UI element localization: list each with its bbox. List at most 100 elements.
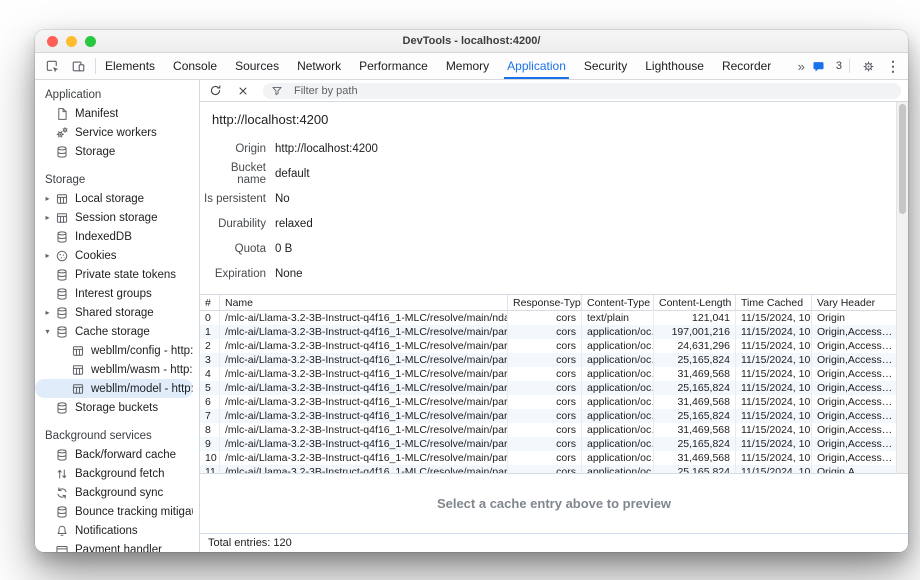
sidebar-item-label: Shared storage	[75, 307, 154, 319]
status-bar: Total entries: 120	[200, 533, 908, 552]
tab-recorder[interactable]: Recorder	[713, 53, 780, 79]
sidebar-item-indexeddb[interactable]: IndexedDB	[35, 227, 193, 246]
cell-content-length: 25,165,824	[654, 437, 736, 451]
cell-time-cached: 11/15/2024, 10…	[736, 353, 812, 367]
sidebar-item-interest-groups[interactable]: Interest groups	[35, 284, 193, 303]
meta-row-is-persistent: Is persistentNo	[200, 186, 896, 211]
tab-application[interactable]: Application	[498, 53, 575, 79]
sidebar-item-storage[interactable]: Storage	[35, 142, 193, 161]
delete-selected-icon[interactable]	[235, 84, 251, 98]
tab-security[interactable]: Security	[575, 53, 636, 79]
tab-memory[interactable]: Memory	[437, 53, 498, 79]
column-header-content-type[interactable]: Content-Type	[582, 295, 654, 310]
cell-response-type: cors	[508, 381, 582, 395]
sidebar-item-back-forward-cache[interactable]: Back/forward cache	[35, 445, 193, 464]
cell-vary-header: Origin,Access…	[812, 339, 896, 353]
column-header-time-cached[interactable]: Time Cached	[736, 295, 812, 310]
tab-performance[interactable]: Performance	[350, 53, 437, 79]
sidebar-item-label: Storage	[75, 146, 115, 158]
column-header-vary-header[interactable]: Vary Header	[812, 295, 896, 310]
device-toolbar-icon[interactable]	[67, 56, 89, 76]
traffic-lights	[47, 36, 96, 47]
table-row[interactable]: 3/mlc-ai/Llama-3.2-3B-Instruct-q4f16_1-M…	[200, 353, 896, 367]
sidebar-item-cache-storage[interactable]: ▾Cache storage	[35, 322, 193, 341]
chevron-right-icon[interactable]: ▸	[41, 194, 54, 203]
scrollbar-thumb[interactable]	[899, 104, 906, 214]
vertical-scrollbar[interactable]	[896, 102, 908, 473]
minimize-window-button[interactable]	[66, 36, 77, 47]
sidebar-item-shared-storage[interactable]: ▸ Shared storage	[35, 303, 193, 322]
table-row[interactable]: 2/mlc-ai/Llama-3.2-3B-Instruct-q4f16_1-M…	[200, 339, 896, 353]
sidebar-item-session-storage[interactable]: ▸Session storage	[35, 208, 193, 227]
table-row[interactable]: 0/mlc-ai/Llama-3.2-3B-Instruct-q4f16_1-M…	[200, 311, 896, 325]
table-row[interactable]: 1/mlc-ai/Llama-3.2-3B-Instruct-q4f16_1-M…	[200, 325, 896, 339]
chevron-right-icon[interactable]: ▸	[41, 213, 54, 222]
cell-content-type: application/oc…	[582, 339, 654, 353]
chevron-right-icon[interactable]: ▸	[41, 308, 54, 317]
refresh-icon[interactable]	[207, 84, 223, 98]
sidebar-item-background-fetch[interactable]: Background fetch	[35, 464, 193, 483]
cell-response-type: cors	[508, 423, 582, 437]
column-header-response-type[interactable]: Response-Type	[508, 295, 582, 310]
table-row[interactable]: 7/mlc-ai/Llama-3.2-3B-Instruct-q4f16_1-M…	[200, 409, 896, 423]
sidebar-item-webllm-model-http-loc[interactable]: webllm/model - http://loc…	[35, 379, 193, 398]
table-row[interactable]: 11/mlc-ai/Llama-3.2-3B-Instruct-q4f16_1-…	[200, 465, 896, 473]
table-row[interactable]: 8/mlc-ai/Llama-3.2-3B-Instruct-q4f16_1-M…	[200, 423, 896, 437]
sidebar-item-background-sync[interactable]: Background sync	[35, 483, 193, 502]
devtools-window: DevTools - localhost:4200/ Elements Conso…	[35, 30, 908, 552]
table-row[interactable]: 10/mlc-ai/Llama-3.2-3B-Instruct-q4f16_1-…	[200, 451, 896, 465]
sidebar-item-manifest[interactable]: Manifest	[35, 104, 193, 123]
tab-sources[interactable]: Sources	[226, 53, 288, 79]
cell-index: 10	[200, 451, 220, 465]
cell-response-type: cors	[508, 437, 582, 451]
close-window-button[interactable]	[47, 36, 58, 47]
sidebar-item-service-workers[interactable]: Service workers	[35, 123, 193, 142]
tab-performance-insights[interactable]: Performance insights	[780, 53, 789, 79]
tab-network[interactable]: Network	[288, 53, 350, 79]
tab-console[interactable]: Console	[164, 53, 226, 79]
zoom-window-button[interactable]	[85, 36, 96, 47]
title-bar: DevTools - localhost:4200/	[35, 30, 908, 53]
cell-response-type: cors	[508, 311, 582, 325]
sidebar-item-bounce-tracking-mitigations[interactable]: Bounce tracking mitigations	[35, 502, 193, 521]
devtools-tabbar: ElementsConsoleSourcesNetworkPerformance…	[35, 53, 908, 80]
table-row[interactable]: 6/mlc-ai/Llama-3.2-3B-Instruct-q4f16_1-M…	[200, 395, 896, 409]
cell-time-cached: 11/15/2024, 10…	[736, 325, 812, 339]
column-header-[interactable]: #	[200, 295, 220, 310]
cache-entries-table: #NameResponse-TypeContent-TypeContent-Le…	[200, 294, 896, 473]
filter-by-path-input[interactable]: Filter by path	[263, 83, 901, 99]
settings-gear-icon[interactable]	[857, 56, 879, 76]
sidebar-item-label: Storage buckets	[75, 402, 158, 414]
tab-lighthouse[interactable]: Lighthouse	[636, 53, 713, 79]
overflow-menu-icon[interactable]: ⋮	[886, 58, 900, 75]
meta-value: default	[275, 168, 310, 180]
cell-vary-header: Origin,Access…	[812, 423, 896, 437]
table-row[interactable]: 5/mlc-ai/Llama-3.2-3B-Instruct-q4f16_1-M…	[200, 381, 896, 395]
tabbar-separator	[849, 59, 850, 73]
cell-content-type: application/oc…	[582, 381, 654, 395]
tab-elements[interactable]: Elements	[96, 53, 164, 79]
column-header-content-length[interactable]: Content-Length	[654, 295, 736, 310]
sidebar-item-local-storage[interactable]: ▸Local storage	[35, 189, 193, 208]
sidebar-item-private-state-tokens[interactable]: Private state tokens	[35, 265, 193, 284]
sidebar-item-storage-buckets[interactable]: Storage buckets	[35, 398, 193, 417]
tab-label: Elements	[105, 59, 155, 73]
sidebar-item-notifications[interactable]: Notifications	[35, 521, 193, 540]
column-header-name[interactable]: Name	[220, 295, 508, 310]
issues-counter[interactable]: 3	[811, 59, 842, 73]
table-row[interactable]: 4/mlc-ai/Llama-3.2-3B-Instruct-q4f16_1-M…	[200, 367, 896, 381]
chevron-right-icon[interactable]: ▸	[41, 251, 54, 260]
table-row[interactable]: 9/mlc-ai/Llama-3.2-3B-Instruct-q4f16_1-M…	[200, 437, 896, 451]
inspect-element-icon[interactable]	[41, 56, 63, 76]
sidebar-item-cookies[interactable]: ▸Cookies	[35, 246, 193, 265]
sidebar-section-title: Storage	[35, 170, 199, 189]
cell-index: 11	[200, 465, 220, 473]
table-header-row: #NameResponse-TypeContent-TypeContent-Le…	[200, 295, 896, 311]
sidebar-item-webllm-config-http-loc[interactable]: webllm/config - http://loc…	[35, 341, 193, 360]
sidebar-item-payment-handler[interactable]: Payment handler	[35, 540, 193, 552]
cell-vary-header: Origin,Access…	[812, 395, 896, 409]
chevron-down-icon[interactable]: ▾	[41, 327, 54, 336]
sidebar-item-label: Manifest	[75, 108, 118, 120]
sidebar-item-webllm-wasm-http-loca[interactable]: webllm/wasm - http://loca…	[35, 360, 193, 379]
more-tabs-icon[interactable]: »	[798, 59, 804, 74]
